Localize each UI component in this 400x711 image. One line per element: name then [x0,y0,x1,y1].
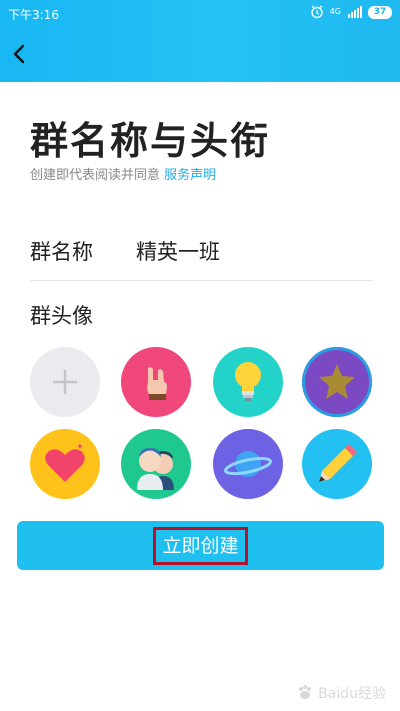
network-type: 4G [329,7,341,16]
avatar-option-rock-hand[interactable] [121,347,191,417]
status-time: 下午3:16 [8,8,59,22]
avatar-option-heart[interactable] [30,429,100,499]
pencil-icon [319,444,357,482]
service-terms-link[interactable]: 服务声明 [164,168,216,183]
status-bar: 下午3:16 4G 37 [0,0,400,26]
chevron-left-icon [13,44,25,64]
avatar-option-people[interactable] [121,429,191,499]
group-name-label: 群名称 [30,240,93,264]
heart-icon [45,444,85,482]
lightbulb-icon [235,362,261,401]
plus-icon [53,370,77,394]
battery-icon: 37 [368,5,392,19]
subtitle-text: 创建即代表阅读并同意 [30,168,161,183]
alarm-icon [310,5,324,19]
battery-level: 37 [373,6,387,17]
back-button[interactable] [4,36,34,72]
avatar-option-star[interactable] [302,347,372,417]
subtitle: 创建即代表阅读并同意 服务声明 [30,164,216,183]
people-icon [137,448,174,490]
group-name-input[interactable]: 精英一班 [136,236,220,266]
star-icon [319,364,355,399]
avatar-option-pencil[interactable] [302,429,372,499]
create-now-button[interactable]: 立即创建 [17,521,384,570]
create-now-label: 立即创建 [153,526,248,565]
page-title: 群名称与头衔 [30,119,271,163]
watermark: Baidu经验 [296,683,386,703]
signal-icon [348,6,362,18]
paw-icon [299,685,312,699]
avatar-grid [30,347,374,499]
avatar-option-planet[interactable] [213,429,283,499]
rock-hand-icon [147,367,167,400]
group-name-row[interactable]: 群名称 精英一班 [30,236,372,281]
status-icons: 4G 37 [310,5,392,19]
planet-icon [223,451,273,477]
top-bar: 下午3:16 4G 37 [0,0,400,82]
avatar-add-button[interactable] [30,347,100,417]
group-avatar-label: 群头像 [30,304,93,328]
watermark-text: Baidu经验 [318,686,386,702]
avatar-option-lightbulb[interactable] [213,347,283,417]
